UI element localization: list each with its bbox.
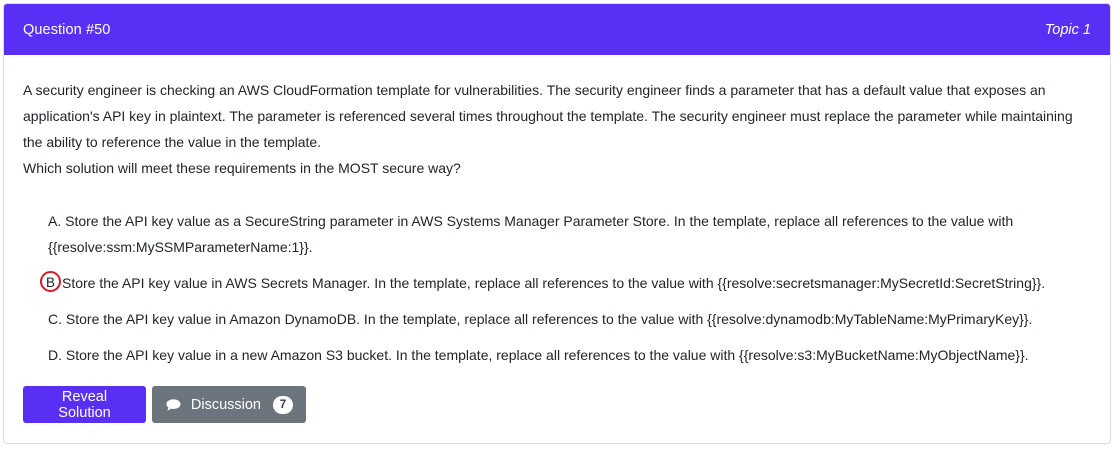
choice-letter: A. bbox=[48, 213, 62, 229]
choice-letter-circled: B bbox=[40, 271, 61, 292]
choice-b[interactable]: B Store the API key value in AWS Secrets … bbox=[40, 270, 1091, 296]
discussion-label: Discussion bbox=[190, 396, 261, 413]
question-paragraph: A security engineer is checking an AWS C… bbox=[23, 82, 1073, 150]
action-bar: Reveal Solution Discussion 7 bbox=[23, 386, 1091, 423]
choice-d[interactable]: D. Store the API key value in a new Amaz… bbox=[48, 342, 1091, 368]
choice-text: Store the API key value as a SecureStrin… bbox=[48, 213, 1014, 255]
question-prompt: Which solution will meet these requireme… bbox=[23, 160, 461, 176]
question-number: Question #50 bbox=[23, 21, 111, 38]
question-text: A security engineer is checking an AWS C… bbox=[23, 77, 1091, 181]
discussion-count-badge: 7 bbox=[273, 395, 293, 414]
topic-label: Topic 1 bbox=[1044, 21, 1091, 38]
question-header: Question #50 Topic 1 bbox=[4, 4, 1110, 55]
question-card: Question #50 Topic 1 A security engineer… bbox=[3, 3, 1111, 444]
choice-text: Store the API key value in AWS Secrets M… bbox=[62, 275, 1046, 291]
choice-letter: C. bbox=[48, 311, 62, 327]
choice-text: Store the API key value in a new Amazon … bbox=[65, 347, 1029, 363]
discussion-button[interactable]: Discussion 7 bbox=[152, 386, 306, 423]
reveal-solution-label: Reveal Solution bbox=[58, 388, 111, 421]
choice-c[interactable]: C. Store the API key value in Amazon Dyn… bbox=[48, 306, 1091, 332]
choice-text: Store the API key value in Amazon Dynamo… bbox=[65, 311, 1033, 327]
question-body: A security engineer is checking an AWS C… bbox=[4, 55, 1110, 423]
choice-letter: D. bbox=[48, 347, 62, 363]
choice-list: A. Store the API key value as a SecureSt… bbox=[23, 208, 1091, 368]
chat-bubble-icon bbox=[166, 398, 181, 411]
choice-a[interactable]: A. Store the API key value as a SecureSt… bbox=[48, 208, 1091, 260]
reveal-solution-button[interactable]: Reveal Solution bbox=[23, 386, 146, 423]
